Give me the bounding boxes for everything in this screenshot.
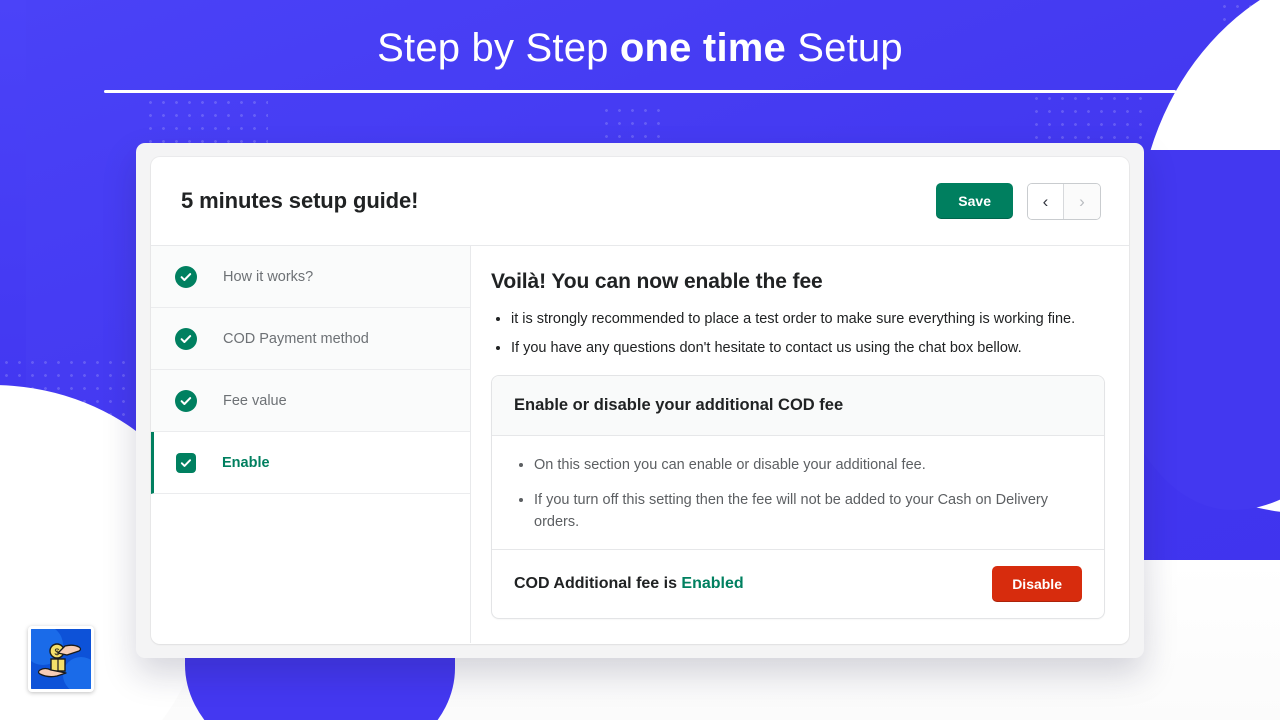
check-circle-icon [175,265,197,288]
sidebar-item-label: Fee value [223,392,287,409]
card-body: How it works? COD Payment method Fee val… [151,246,1129,643]
panel-bullet-list: On this section you can enable or disabl… [514,454,1082,533]
dot-pattern-center [600,104,660,144]
hero-title-emphasis: one time [619,26,786,70]
panel-footer: COD Additional fee is Enabled Disable [492,549,1104,618]
checkbox-checked-icon [176,452,196,473]
step-pager: ‹ › [1027,182,1101,220]
sidebar-item-label: How it works? [223,268,314,285]
hero-title-prefix: Step by Step [377,26,620,70]
panel-body: On this section you can enable or disabl… [492,436,1104,549]
status-value-label: Enabled [681,575,744,592]
sidebar-item-how-it-works[interactable]: How it works? [151,246,470,308]
page-title: 5 minutes setup guide! [181,188,419,213]
step-content: Voilà! You can now enable the fee it is … [471,246,1129,643]
next-step-button[interactable]: › [1064,183,1100,219]
panel-heading: Enable or disable your additional COD fe… [514,396,844,414]
panel-bullet: If you turn off this setting then the fe… [514,489,1082,533]
hero-title-suffix: Setup [785,26,903,70]
status-prefix-label: COD Additional fee is [514,575,682,592]
hero-divider-rule [104,90,1176,93]
check-circle-icon [175,327,197,350]
sidebar-item-cod-payment-method[interactable]: COD Payment method [151,308,470,370]
hero-heading: Step by Step one time Setup [0,20,1280,76]
save-button[interactable]: Save [936,183,1013,219]
content-bullet-list: it is strongly recommended to place a te… [491,308,1105,359]
content-heading: Voilà! You can now enable the fee [491,270,823,293]
panel-header: Enable or disable your additional COD fe… [492,376,1104,436]
panel-bullet: On this section you can enable or disabl… [514,454,1082,476]
header-actions: Save ‹ › [936,182,1101,220]
sidebar-item-label: COD Payment method [223,330,369,347]
steps-sidebar: How it works? COD Payment method Fee val… [151,246,471,643]
page-root: Step by Step one time Setup 5 minutes se… [0,0,1280,720]
app-logo-icon: $ [28,626,94,692]
content-bullet: If you have any questions don't hesitate… [491,337,1105,359]
enable-disable-panel: Enable or disable your additional COD fe… [491,375,1105,619]
status-badge: COD Additional fee is Enabled [514,575,744,593]
disable-button[interactable]: Disable [992,566,1082,602]
app-window-frame: 5 minutes setup guide! Save ‹ › How it w… [136,143,1144,658]
check-circle-icon [175,389,197,412]
sidebar-item-enable[interactable]: Enable [151,432,470,494]
sidebar-item-fee-value[interactable]: Fee value [151,370,470,432]
setup-guide-card: 5 minutes setup guide! Save ‹ › How it w… [151,157,1129,644]
previous-step-button[interactable]: ‹ [1028,183,1064,219]
sidebar-item-label: Enable [222,454,270,471]
card-header: 5 minutes setup guide! Save ‹ › [151,157,1129,246]
content-bullet: it is strongly recommended to place a te… [491,308,1105,330]
